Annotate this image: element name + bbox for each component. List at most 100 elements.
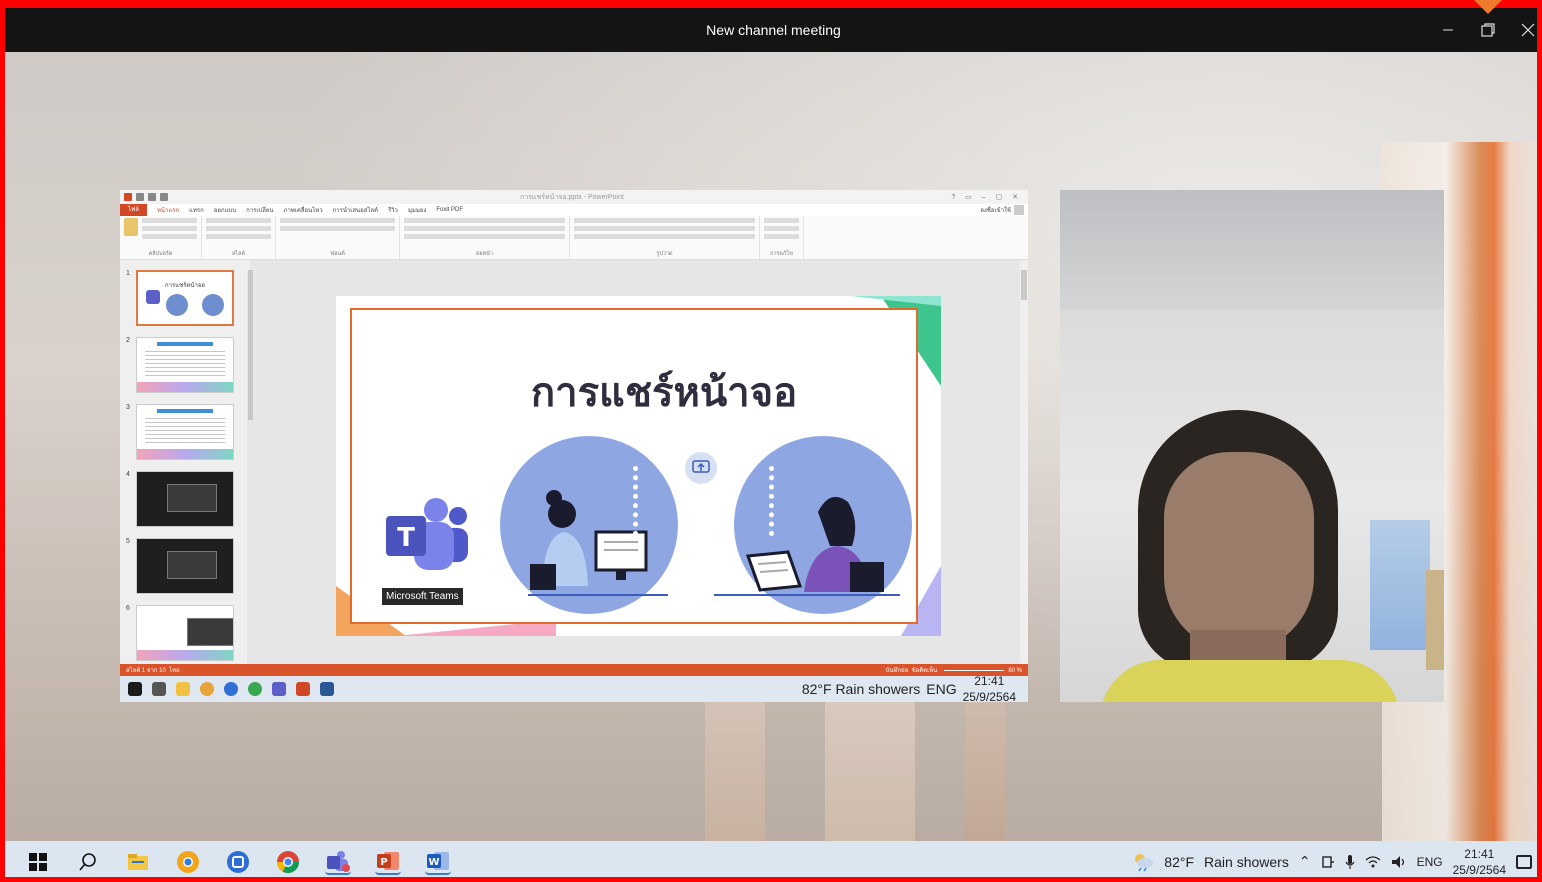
person-with-laptop-icon [745, 496, 884, 592]
thumbnail-image [136, 605, 234, 661]
start-button[interactable] [25, 849, 51, 875]
tab-slideshow: การนำเสนอสไลด์ [332, 208, 378, 214]
file-explorer-app[interactable] [125, 849, 151, 875]
shared-date: 25/9/2564 [962, 690, 1016, 702]
meet-now-icon[interactable] [1321, 854, 1335, 870]
undo-icon [148, 193, 156, 201]
powerpoint-icon [296, 682, 310, 696]
decor-shape [851, 296, 941, 306]
microsoft-teams-icon: T [386, 498, 468, 570]
volume-icon[interactable] [1391, 855, 1407, 869]
chrome-app-2[interactable] [275, 849, 301, 875]
tab-file: ไฟล์ [120, 204, 147, 216]
search-button[interactable] [75, 849, 101, 875]
clock-time: 21:41 [1464, 846, 1495, 861]
svg-text:W: W [428, 857, 439, 868]
ribbon-tabs: ไฟล์ หน้าแรก แทรก ออกแบบ การเปลี่ยน ภาพเ… [120, 204, 1028, 216]
presenter-circle [500, 436, 678, 614]
minimize-icon [1443, 29, 1453, 31]
close-button[interactable] [1508, 8, 1542, 52]
weather-temperature[interactable]: 82°F [1164, 854, 1194, 870]
annotation-arrow-icon [1474, 0, 1502, 14]
ribbon-group-drawing: รูปวาด [570, 216, 760, 259]
powerpoint-window-controls: ? ▭ – ▢ ✕ [951, 194, 1022, 201]
powerpoint-workspace: 1 การแชร์หน้าจอ 2 3 4 5 6 การแชร์หน้าจอ … [120, 260, 1028, 664]
dotted-connector [633, 466, 638, 536]
thumbnail-scrollbar[interactable] [247, 270, 254, 664]
ribbon-group-paragraph: ย่อหน้า [400, 216, 570, 259]
shared-lang: ENG [926, 681, 957, 697]
weather-description[interactable]: Rain showers [1204, 854, 1289, 870]
thumbnail-band [137, 650, 233, 660]
windows-icon [128, 682, 142, 696]
shared-weather: 82°F Rain showers [801, 681, 921, 697]
wifi-icon[interactable] [1365, 855, 1381, 869]
taskbar-clock[interactable]: 21:41 25/9/2564 [1453, 846, 1506, 878]
minimize-button[interactable] [1428, 8, 1468, 52]
chevron-up-icon[interactable]: ⌃ [1299, 853, 1311, 870]
powerpoint-app[interactable]: P [375, 849, 401, 875]
ribbon-group-label: ฟอนต์ [330, 251, 345, 257]
thumbnail-image [136, 538, 234, 594]
teams-label: Microsoft Teams [382, 588, 463, 605]
teams-letter: T [397, 523, 415, 553]
search-icon [79, 852, 96, 871]
video-ceiling [1060, 190, 1444, 310]
desk-line [528, 594, 668, 596]
participant-video[interactable] [1060, 190, 1444, 702]
avatar-icon [1014, 205, 1024, 215]
thumbnail-bar [157, 342, 213, 346]
powerpoint-titlebar: การแชร์หน้าจอ.pptx - PowerPoint ? ▭ – ▢ … [120, 190, 1028, 204]
thumbnail-screen [167, 484, 217, 512]
thumbnail-circle [166, 294, 188, 316]
search-icon [152, 682, 166, 696]
powerpoint-logo-icon [124, 193, 132, 201]
powerpoint-icon: P [377, 851, 399, 870]
teams-icon [327, 850, 350, 872]
tab-transitions: การเปลี่ยน [246, 208, 274, 214]
ribbon-group-label: สไลด์ [231, 251, 246, 257]
restore-button[interactable] [1468, 8, 1508, 52]
tab-home: หน้าแรก [156, 208, 180, 214]
powerpoint-file-name: การแชร์หน้าจอ.pptx - PowerPoint [520, 193, 624, 201]
chrome-icon [248, 682, 262, 696]
video-wall-poster [1426, 570, 1444, 670]
thumbnail-number: 1 [126, 270, 130, 277]
thumbnail-image [136, 404, 234, 460]
slide-content-frame: การแชร์หน้าจอ T Microsoft Teams [350, 308, 918, 624]
zoom-slider[interactable] [943, 669, 1004, 671]
slide-thumbnail: 1 การแชร์หน้าจอ [126, 270, 234, 326]
redo-icon [160, 193, 168, 201]
tab-view: มุมมอง [407, 208, 427, 214]
slide-thumbnail-pane: 1 การแชร์หน้าจอ 2 3 4 5 6 [120, 260, 254, 664]
shared-screen-taskbar: 82°F Rain showers ENG 21:41 25/9/2564 [120, 674, 1028, 702]
chrome-icon [277, 850, 299, 873]
folder-icon [128, 853, 148, 870]
chrome-app-1[interactable] [175, 849, 201, 875]
thumbnail-number: 2 [126, 337, 130, 344]
thumbnail-text [145, 348, 225, 378]
edge-icon [224, 682, 238, 696]
language-indicator[interactable]: ENG [1417, 855, 1443, 869]
ribbon-group-font: ฟอนต์ [276, 216, 400, 259]
teams-app[interactable] [325, 849, 351, 875]
teams-icon [272, 682, 286, 696]
shared-screen-view[interactable]: การแชร์หน้าจอ.pptx - PowerPoint ? ▭ – ▢ … [120, 190, 1028, 702]
ribbon-group-label: ย่อหน้า [476, 251, 493, 257]
thumbnail-image [136, 471, 234, 527]
desk-line [714, 594, 900, 596]
tab-foxit: Foxit PDF [436, 207, 464, 213]
microphone-icon[interactable] [1345, 854, 1355, 870]
thumbnail-image: การแชร์หน้าจอ [136, 270, 234, 326]
slide-scrollbar[interactable] [1020, 260, 1028, 664]
word-app[interactable]: W [425, 849, 451, 875]
thumbnail-number: 3 [126, 404, 130, 411]
meeting-titlebar: New channel meeting [5, 8, 1542, 52]
ribbon-group-editing: การแก้ไข [760, 216, 804, 259]
ribbon-group-label: รูปวาด [656, 251, 673, 257]
thumbnail-number: 4 [126, 471, 130, 478]
ribbon-group-label: การแก้ไข [770, 251, 793, 257]
dotted-connector [769, 466, 774, 536]
edge-app[interactable] [225, 849, 251, 875]
notification-icon[interactable] [1516, 854, 1532, 869]
